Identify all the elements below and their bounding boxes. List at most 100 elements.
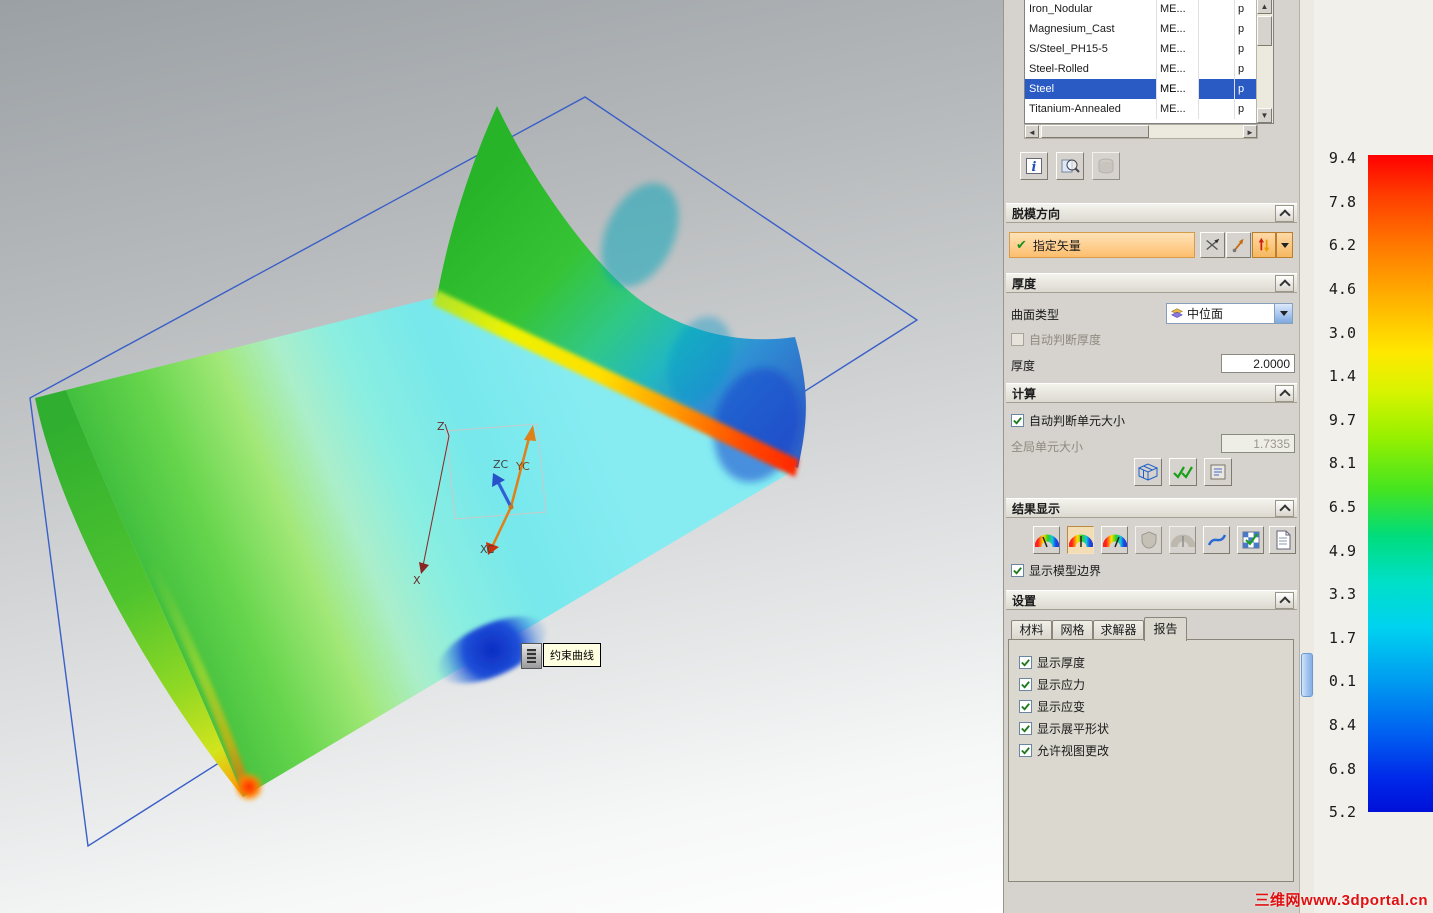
global-element-size-label: 全局单元大小 <box>1011 440 1084 454</box>
section-thickness: 厚度 <box>1006 273 1297 293</box>
axis-z-label: Z <box>437 420 445 433</box>
show-strain-checkbox[interactable] <box>1019 700 1032 713</box>
scroll-right-icon[interactable]: ► <box>1243 125 1257 138</box>
double-check-icon <box>1173 466 1193 479</box>
panel-scrollbar[interactable] <box>1299 0 1314 913</box>
option-row[interactable]: 允许视图更改 <box>1019 742 1109 759</box>
option-row[interactable]: 显示应变 <box>1019 698 1085 715</box>
part-surface[interactable] <box>35 106 813 801</box>
legend-label: 6.8 <box>1328 760 1356 778</box>
material-blank-cell <box>1199 0 1235 19</box>
show-boundary-checkbox[interactable] <box>1011 564 1024 577</box>
legend-label: 6.5 <box>1328 498 1356 516</box>
section-results: 结果显示 <box>1006 498 1297 518</box>
material-list[interactable]: Iron_Nodular ME... p Magnesium_Cast ME..… <box>1024 0 1274 124</box>
chevron-down-icon <box>1279 311 1288 316</box>
material-list-hscrollbar[interactable]: ◄ ► <box>1024 124 1258 139</box>
surface-type-combo[interactable]: 中位面 <box>1166 303 1293 324</box>
check-icon <box>1021 659 1030 667</box>
check-icon <box>1021 725 1030 733</box>
material-blank-cell <box>1199 59 1235 79</box>
material-row[interactable]: Steel-Rolled ME... p <box>1025 59 1259 79</box>
thickness-field-label: 厚度 <box>1011 359 1036 373</box>
legend-label: 3.3 <box>1328 585 1356 603</box>
auto-element-size-row[interactable]: 自动判断单元大小 <box>1011 412 1125 429</box>
stress-result-button[interactable] <box>1067 526 1094 554</box>
reverse-direction-button[interactable] <box>1252 232 1276 258</box>
thickness-result-button[interactable] <box>1033 526 1060 554</box>
check-results-button[interactable] <box>1204 458 1232 486</box>
show-thickness-checkbox[interactable] <box>1019 656 1032 669</box>
material-row[interactable]: Iron_Nodular ME... p <box>1025 0 1259 19</box>
strain-result-button[interactable] <box>1101 526 1128 554</box>
calculate-button[interactable] <box>1169 458 1197 486</box>
option-row[interactable]: 显示应力 <box>1019 676 1085 693</box>
show-stress-checkbox[interactable] <box>1019 678 1032 691</box>
collapse-button[interactable] <box>1275 274 1294 292</box>
vscroll-thumb[interactable] <box>1257 16 1272 46</box>
material-row[interactable]: Magnesium_Cast ME... p <box>1025 19 1259 39</box>
check-icon <box>1021 703 1030 711</box>
section-title: 厚度 <box>1012 276 1037 291</box>
legend-label: 3.0 <box>1328 324 1356 342</box>
allow-view-change-checkbox[interactable] <box>1019 744 1032 757</box>
tab-mesh[interactable]: 网格 <box>1052 620 1093 640</box>
material-display-button <box>1092 152 1120 180</box>
infer-vector-button[interactable] <box>1200 232 1225 258</box>
check-icon <box>1013 417 1022 425</box>
scroll-left-icon[interactable]: ◄ <box>1025 125 1039 138</box>
info-icon: i <box>1026 158 1042 175</box>
collapse-button[interactable] <box>1275 204 1294 222</box>
collapse-button[interactable] <box>1275 384 1294 402</box>
material-type: ME... <box>1157 39 1199 59</box>
scroll-up-icon[interactable]: ▲ <box>1257 0 1272 14</box>
tab-solver[interactable]: 求解器 <box>1093 620 1144 640</box>
legend-label: 8.1 <box>1328 454 1356 472</box>
auto-thickness-checkbox-row: 自动判断厚度 <box>1011 331 1101 348</box>
material-row[interactable]: S/Steel_PH15-5 ME... p <box>1025 39 1259 59</box>
flat-shape-result-button[interactable] <box>1203 526 1230 554</box>
report-button[interactable] <box>1269 526 1296 554</box>
show-flat-shape-checkbox[interactable] <box>1019 722 1032 735</box>
material-row[interactable]: Titanium-Annealed ME... p <box>1025 99 1259 119</box>
material-cylinder-icon <box>1098 158 1114 174</box>
specify-vector-field[interactable]: ✔ 指定矢量 <box>1009 232 1195 258</box>
stress-contour-gauge-icon <box>1068 534 1093 548</box>
option-row[interactable]: 显示展平形状 <box>1019 720 1109 737</box>
chevron-up-icon <box>1278 388 1291 401</box>
scroll-down-icon[interactable]: ▼ <box>1257 108 1272 123</box>
material-blank-cell <box>1199 39 1235 59</box>
strain-contour-gauge-icon <box>1102 534 1127 548</box>
collapse-button[interactable] <box>1275 499 1294 517</box>
panel-scrollbar-thumb[interactable] <box>1301 653 1313 697</box>
option-row[interactable]: 显示厚度 <box>1019 654 1085 671</box>
global-element-size-field: 1.7335 <box>1221 434 1295 453</box>
combo-dropdown-button[interactable] <box>1274 304 1292 323</box>
tab-material[interactable]: 材料 <box>1011 620 1052 640</box>
show-boundary-row[interactable]: 显示模型边界 <box>1011 562 1101 579</box>
chevron-down-icon <box>1280 242 1289 248</box>
hscroll-thumb[interactable] <box>1041 125 1149 138</box>
legend-label: 1.4 <box>1328 367 1356 385</box>
specify-vector-label: 指定矢量 <box>1032 238 1081 253</box>
quality-check-button[interactable] <box>1237 526 1264 554</box>
collapse-button[interactable] <box>1275 591 1294 609</box>
document-icon <box>1276 530 1290 550</box>
vector-options-dropdown[interactable] <box>1276 232 1293 258</box>
auto-element-size-checkbox[interactable] <box>1011 414 1024 427</box>
material-row-selected[interactable]: Steel ME... p <box>1025 79 1259 99</box>
section-title: 脱模方向 <box>1012 206 1061 221</box>
vector-dialog-button[interactable] <box>1226 232 1251 258</box>
material-name: Steel-Rolled <box>1025 59 1157 79</box>
tab-report[interactable]: 报告 <box>1144 617 1187 641</box>
option-label: 显示展平形状 <box>1037 722 1110 736</box>
section-demold-direction: 脱模方向 <box>1006 203 1297 223</box>
material-preview-button[interactable] <box>1056 152 1084 180</box>
svg-text:i: i <box>1032 160 1037 175</box>
material-info-button[interactable]: i <box>1020 152 1048 180</box>
mesh-button[interactable] <box>1134 458 1162 486</box>
check-icon <box>1021 681 1030 689</box>
thickness-value-field[interactable]: 2.0000 <box>1221 354 1295 373</box>
graphics-viewport[interactable]: Z X YC ZC XC 约束曲线 <box>0 0 1003 913</box>
material-list-vscrollbar[interactable]: ▲ ▼ <box>1256 0 1273 123</box>
